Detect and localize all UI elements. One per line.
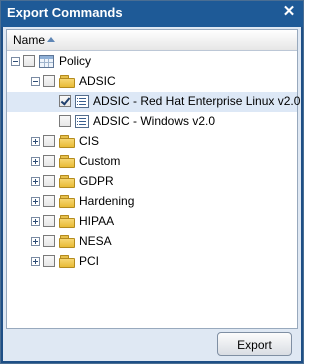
collapse-icon[interactable]	[31, 77, 40, 86]
export-commands-dialog: Export Commands ✕ Name Policy ADSIC ADSI…	[0, 0, 304, 364]
tree-node-label: Policy	[59, 54, 92, 68]
tree-node-label: ADSIC - Red Hat Enterprise Linux v2.0	[93, 94, 301, 108]
tree-node-policy[interactable]: Policy	[7, 52, 297, 72]
tree-node-adsic-windows[interactable]: ADSIC - Windows v2.0	[7, 112, 297, 132]
folder-icon	[59, 155, 75, 168]
checkbox-hipaa[interactable]	[43, 215, 55, 227]
column-header-label: Name	[13, 33, 46, 47]
folder-icon	[59, 195, 75, 208]
tree-node-label: NESA	[79, 234, 112, 248]
sort-ascending-icon	[47, 37, 55, 42]
tree-panel: Name Policy ADSIC ADSIC - Red Hat Enterp…	[6, 29, 301, 329]
checkbox-adsic-rhel[interactable]	[59, 95, 71, 107]
tree-node-label: Custom	[79, 154, 121, 168]
tree-node-label: ADSIC	[79, 74, 116, 88]
folder-icon	[59, 135, 75, 148]
tree-node-gdpr[interactable]: GDPR	[7, 172, 297, 192]
checkbox-gdpr[interactable]	[43, 175, 55, 187]
tree-node-label: GDPR	[79, 174, 114, 188]
collapse-icon[interactable]	[11, 57, 20, 66]
checkbox-hardening[interactable]	[43, 195, 55, 207]
close-icon[interactable]: ✕	[281, 4, 297, 20]
tree-node-label: Hardening	[79, 194, 135, 208]
tree-node-adsic-rhel[interactable]: ADSIC - Red Hat Enterprise Linux v2.0	[7, 92, 301, 112]
export-button[interactable]: Export	[217, 332, 292, 356]
tree-node-label: PCI	[79, 254, 100, 268]
policy-grid-icon	[39, 55, 54, 68]
expand-icon[interactable]	[31, 217, 40, 226]
expand-icon[interactable]	[31, 237, 40, 246]
checkbox-nesa[interactable]	[43, 235, 55, 247]
tree-node-hardening[interactable]: Hardening	[7, 192, 297, 212]
expand-icon[interactable]	[31, 177, 40, 186]
expand-icon[interactable]	[31, 197, 40, 206]
dialog-body: Name Policy ADSIC ADSIC - Red Hat Enterp…	[3, 27, 301, 361]
tree-node-adsic[interactable]: ADSIC	[7, 72, 297, 92]
checkbox-pci[interactable]	[43, 255, 55, 267]
tree-node-custom[interactable]: Custom	[7, 152, 297, 172]
command-list-icon	[75, 115, 89, 128]
expand-icon[interactable]	[31, 137, 40, 146]
checkbox-policy[interactable]	[23, 55, 35, 67]
dialog-title: Export Commands	[7, 5, 123, 20]
expand-icon[interactable]	[31, 257, 40, 266]
column-header-name[interactable]: Name	[7, 30, 297, 51]
folder-icon	[59, 235, 75, 248]
checkbox-adsic-windows[interactable]	[59, 115, 71, 127]
folder-icon	[59, 75, 75, 88]
checkbox-custom[interactable]	[43, 155, 55, 167]
tree-node-hipaa[interactable]: HIPAA	[7, 212, 297, 232]
tree-node-label: ADSIC - Windows v2.0	[93, 114, 216, 128]
expand-icon[interactable]	[31, 157, 40, 166]
folder-icon	[59, 175, 75, 188]
command-list-icon	[75, 95, 89, 108]
tree-node-nesa[interactable]: NESA	[7, 232, 297, 252]
folder-icon	[59, 255, 75, 268]
checkbox-cis[interactable]	[43, 135, 55, 147]
checkbox-adsic[interactable]	[43, 75, 55, 87]
tree-node-label: HIPAA	[79, 214, 115, 228]
tree-node-pci[interactable]: PCI	[7, 252, 297, 272]
folder-icon	[59, 215, 75, 228]
tree-node-cis[interactable]: CIS	[7, 132, 297, 152]
title-bar: Export Commands ✕	[1, 1, 303, 27]
tree-node-label: CIS	[79, 134, 100, 148]
